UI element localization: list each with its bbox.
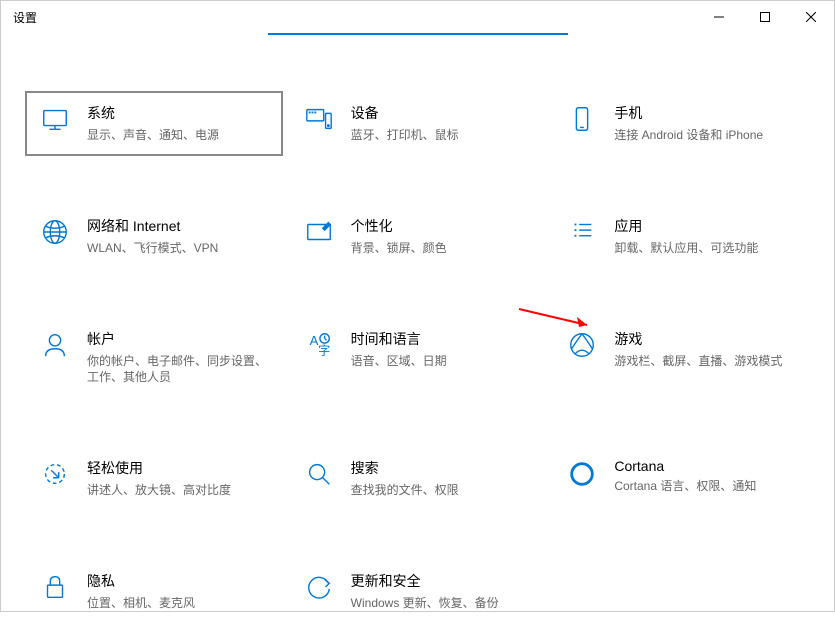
category-text: 手机 连接 Android 设备和 iPhone <box>614 103 763 144</box>
phone-icon <box>566 103 598 135</box>
category-title: 轻松使用 <box>87 458 231 478</box>
category-text: 时间和语言 语音、区域、日期 <box>351 329 447 370</box>
category-text: 搜索 查找我的文件、权限 <box>351 458 459 499</box>
time-language-icon: A字 <box>303 329 335 361</box>
ease-of-access-icon <box>39 458 71 490</box>
window-title: 设置 <box>13 9 37 26</box>
category-desc: 查找我的文件、权限 <box>351 482 459 499</box>
category-accounts[interactable]: 帐户 你的帐户、电子邮件、同步设置、工作、其他人员 <box>25 317 283 399</box>
category-desc: 显示、声音、通知、电源 <box>87 127 219 144</box>
search-underline[interactable] <box>268 29 568 35</box>
network-icon <box>39 216 71 248</box>
window-controls <box>696 1 834 33</box>
category-title: Cortana <box>614 458 756 474</box>
category-apps[interactable]: 应用 卸载、默认应用、可选功能 <box>552 204 810 269</box>
category-network[interactable]: 网络和 Internet WLAN、飞行模式、VPN <box>25 204 283 269</box>
category-desc: Cortana 语言、权限、通知 <box>614 478 756 495</box>
maximize-button[interactable] <box>742 1 788 33</box>
category-cortana[interactable]: Cortana Cortana 语言、权限、通知 <box>552 446 810 511</box>
category-title: 网络和 Internet <box>87 216 218 236</box>
update-security-icon <box>303 571 335 603</box>
category-text: 轻松使用 讲述人、放大镜、高对比度 <box>87 458 231 499</box>
category-system[interactable]: 系统 显示、声音、通知、电源 <box>25 91 283 156</box>
category-desc: 讲述人、放大镜、高对比度 <box>87 482 231 499</box>
category-privacy[interactable]: 隐私 位置、相机、麦克风 <box>25 559 283 624</box>
category-desc: 你的帐户、电子邮件、同步设置、工作、其他人员 <box>87 353 273 387</box>
category-title: 系统 <box>87 103 219 123</box>
category-time-language[interactable]: A字 时间和语言 语音、区域、日期 <box>289 317 547 399</box>
category-devices[interactable]: 设备 蓝牙、打印机、鼠标 <box>289 91 547 156</box>
category-desc: 蓝牙、打印机、鼠标 <box>351 127 459 144</box>
category-desc: 连接 Android 设备和 iPhone <box>614 127 763 144</box>
svg-text:字: 字 <box>318 342 330 357</box>
category-gaming[interactable]: 游戏 游戏栏、截屏、直播、游戏模式 <box>552 317 810 399</box>
category-desc: Windows 更新、恢复、备份 <box>351 595 499 612</box>
category-desc: 卸载、默认应用、可选功能 <box>614 240 758 257</box>
category-phone[interactable]: 手机 连接 Android 设备和 iPhone <box>552 91 810 156</box>
category-desc: 游戏栏、截屏、直播、游戏模式 <box>614 353 782 370</box>
privacy-icon <box>39 571 71 603</box>
category-text: 帐户 你的帐户、电子邮件、同步设置、工作、其他人员 <box>87 329 273 387</box>
category-desc: 语音、区域、日期 <box>351 353 447 370</box>
category-ease-of-access[interactable]: 轻松使用 讲述人、放大镜、高对比度 <box>25 446 283 511</box>
category-text: 游戏 游戏栏、截屏、直播、游戏模式 <box>614 329 782 370</box>
category-title: 帐户 <box>87 329 273 349</box>
category-title: 游戏 <box>614 329 782 349</box>
category-title: 手机 <box>614 103 763 123</box>
category-personalization[interactable]: 个性化 背景、锁屏、颜色 <box>289 204 547 269</box>
category-title: 搜索 <box>351 458 459 478</box>
category-title: 个性化 <box>351 216 447 236</box>
category-title: 应用 <box>614 216 758 236</box>
category-text: 更新和安全 Windows 更新、恢复、备份 <box>351 571 499 612</box>
devices-icon <box>303 103 335 135</box>
apps-icon <box>566 216 598 248</box>
personalization-icon <box>303 216 335 248</box>
minimize-button[interactable] <box>696 1 742 33</box>
category-desc: 位置、相机、麦克风 <box>87 595 195 612</box>
category-desc: WLAN、飞行模式、VPN <box>87 240 218 257</box>
cortana-icon <box>566 458 598 490</box>
category-update-security[interactable]: 更新和安全 Windows 更新、恢复、备份 <box>289 559 547 624</box>
category-text: 应用 卸载、默认应用、可选功能 <box>614 216 758 257</box>
category-text: 个性化 背景、锁屏、颜色 <box>351 216 447 257</box>
category-text: 设备 蓝牙、打印机、鼠标 <box>351 103 459 144</box>
system-icon <box>39 103 71 135</box>
gaming-icon <box>566 329 598 361</box>
search-icon <box>303 458 335 490</box>
category-text: 系统 显示、声音、通知、电源 <box>87 103 219 144</box>
accounts-icon <box>39 329 71 361</box>
category-title: 更新和安全 <box>351 571 499 591</box>
category-text: 隐私 位置、相机、麦克风 <box>87 571 195 612</box>
categories-grid: 系统 显示、声音、通知、电源 设备 蓝牙、打印机、鼠标 手机 连接 Androi… <box>1 39 834 644</box>
category-search[interactable]: 搜索 查找我的文件、权限 <box>289 446 547 511</box>
category-title: 时间和语言 <box>351 329 447 349</box>
category-title: 隐私 <box>87 571 195 591</box>
category-text: Cortana Cortana 语言、权限、通知 <box>614 458 756 495</box>
close-button[interactable] <box>788 1 834 33</box>
category-title: 设备 <box>351 103 459 123</box>
category-text: 网络和 Internet WLAN、飞行模式、VPN <box>87 216 218 257</box>
category-desc: 背景、锁屏、颜色 <box>351 240 447 257</box>
